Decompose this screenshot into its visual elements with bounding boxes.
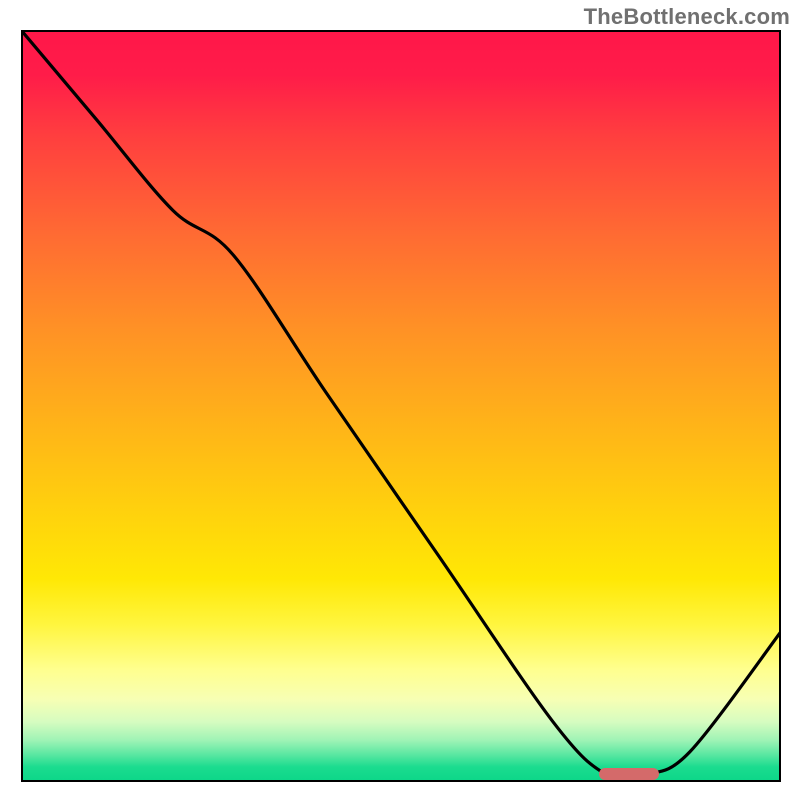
plot-area: [21, 30, 781, 782]
optimal-range-marker: [599, 768, 660, 780]
bottleneck-curve-path: [21, 30, 781, 779]
curve-layer: [21, 30, 781, 782]
chart-stage: TheBottleneck.com: [0, 0, 800, 800]
watermark-text: TheBottleneck.com: [584, 4, 790, 30]
